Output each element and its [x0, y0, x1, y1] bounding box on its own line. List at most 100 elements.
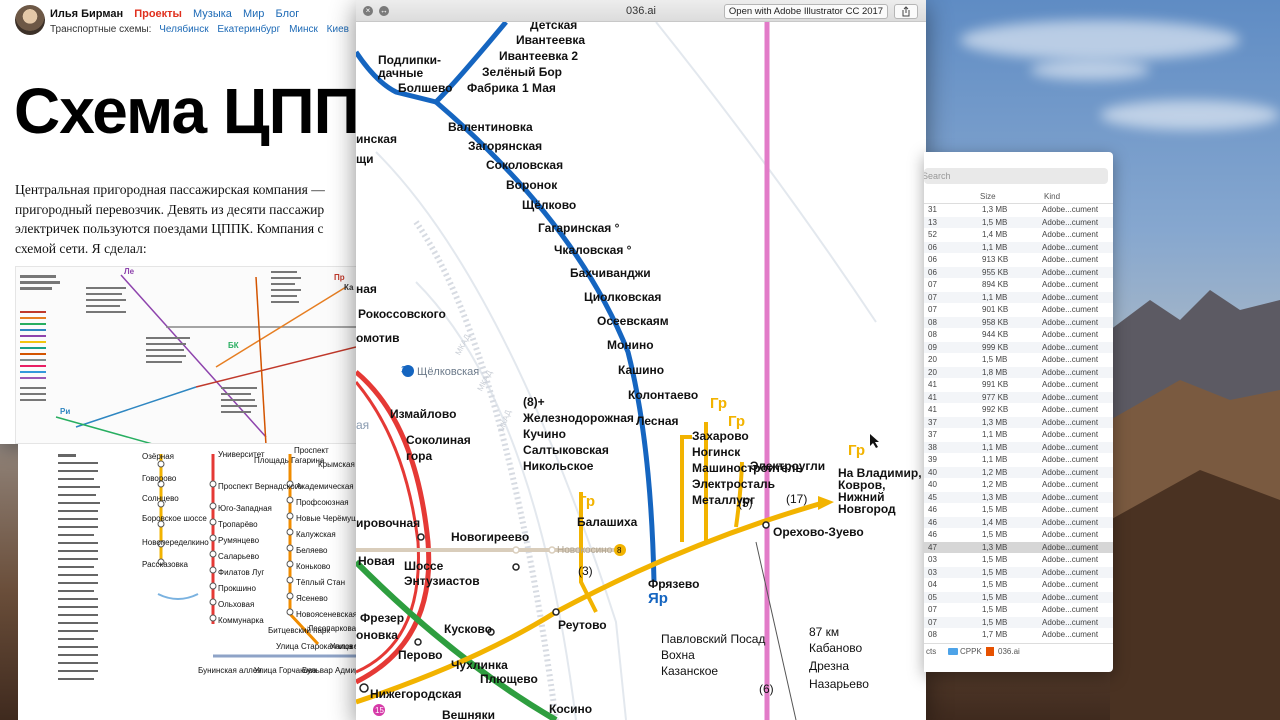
gr-direction-label: Гр [728, 413, 746, 430]
station-label: Орехово-Зуево [773, 525, 864, 539]
file-row[interactable]: 20 1,5 MB Adobe...cument [924, 354, 1113, 365]
gr-direction-label: Гр [578, 493, 596, 510]
sub-link-kiev[interactable]: Киев [327, 24, 349, 35]
file-name-fragment: 06 [928, 242, 937, 252]
station-label: Коммунарка [218, 616, 264, 625]
file-row[interactable]: 05 1,5 MB Adobe...cument [924, 591, 1113, 603]
station-label: (17) [786, 492, 808, 506]
file-row[interactable]: 08 958 KB Adobe...cument [924, 316, 1113, 328]
sub-link-chelyabinsk[interactable]: Челябинск [159, 24, 208, 35]
file-row[interactable]: 06 1,1 MB Adobe...cument [924, 241, 1113, 253]
scheme-thumbnail[interactable]: Ле БК Ри Пр Ка [15, 266, 356, 444]
nav-author[interactable]: Илья Бирман [50, 8, 123, 20]
file-name-fragment: 13 [928, 217, 937, 227]
file-row[interactable]: 39 1,1 MB Adobe...cument [924, 454, 1113, 465]
station-label: Беляево [296, 546, 328, 555]
file-name-fragment: 40 [928, 467, 937, 477]
file-row[interactable]: 52 1,4 MB Adobe...cument [924, 229, 1113, 240]
quicklook-window: × ↔ 036.ai Open with Adobe Illustrator C… [356, 0, 926, 720]
file-size: 1,8 MB [982, 367, 1008, 377]
file-row[interactable]: 13 1,5 MB Adobe...cument [924, 216, 1113, 228]
station-label: Осеевскаям [597, 314, 669, 328]
file-name-fragment: 39 [928, 455, 937, 464]
path-segment[interactable]: cts [926, 647, 936, 656]
station-label: Бунинская аллея [198, 666, 262, 675]
file-row[interactable]: 41 991 KB Adobe...cument [924, 379, 1113, 390]
file-name-fragment: 04 [928, 580, 937, 589]
file-row[interactable]: 08 944 KB Adobe...cument [924, 329, 1113, 340]
file-name-fragment: 08 [928, 630, 937, 639]
file-row[interactable]: 07 901 KB Adobe...cument [924, 304, 1113, 315]
file-row[interactable]: 37 1,3 MB Adobe...cument [924, 416, 1113, 428]
file-size: 977 KB [982, 392, 1009, 402]
file-row[interactable]: 40 1,2 MB Adobe...cument [924, 466, 1113, 478]
station-label: Боровское шоссе [142, 514, 207, 523]
station-label: Солнцево [142, 494, 179, 503]
station-label: Профсоюзная [296, 498, 349, 507]
station-label: Измайлово [390, 407, 457, 421]
station-label: Новокосино [557, 545, 613, 556]
file-kind: Adobe...cument [1042, 292, 1099, 302]
file-name-fragment: 52 [928, 230, 937, 239]
station-label: Воронок [506, 178, 558, 192]
file-row[interactable]: 06 955 KB Adobe...cument [924, 266, 1113, 278]
station-label: Тёплый Стан [296, 578, 345, 587]
file-row[interactable]: 04 1,5 MB Adobe...cument [924, 579, 1113, 590]
file-row[interactable]: 08 1,7 MB Adobe...cument [924, 629, 1113, 640]
path-segment[interactable]: 036.ai [998, 647, 1020, 656]
file-row[interactable]: 41 992 KB Adobe...cument [924, 404, 1113, 415]
file-row[interactable]: 38 1,1 MB Adobe...cument [924, 441, 1113, 453]
file-row[interactable]: 09 999 KB Adobe...cument [924, 341, 1113, 353]
path-segment[interactable]: CPPK [960, 647, 982, 656]
file-row[interactable]: 20 1,8 MB Adobe...cument [924, 366, 1113, 378]
file-row[interactable]: 07 1,5 MB Adobe...cument [924, 616, 1113, 628]
metro-map-background-window: Озёрная Говорово Солнцево Боровское шосс… [18, 444, 356, 720]
file-row[interactable]: 07 1,1 MB Adobe...cument [924, 291, 1113, 303]
kind-column-header[interactable]: Kind [1044, 192, 1060, 201]
file-row[interactable]: 03 1,5 MB Adobe...cument [924, 554, 1113, 565]
nav-projects[interactable]: Проекты [134, 8, 182, 20]
file-name-fragment: 31 [928, 205, 937, 214]
file-row[interactable]: 07 894 KB Adobe...cument [924, 279, 1113, 290]
nav-blog[interactable]: Блог [276, 8, 300, 20]
file-row[interactable]: 40 1,2 MB Adobe...cument [924, 479, 1113, 490]
sub-link-ekaterinburg[interactable]: Екатеринбург [217, 24, 280, 35]
station-label: Балашиха [577, 515, 638, 529]
file-row[interactable]: 46 1,5 MB Adobe...cument [924, 529, 1113, 540]
share-button[interactable] [894, 4, 918, 19]
file-row[interactable]: 37 1,1 MB Adobe...cument [924, 429, 1113, 440]
sub-link-minsk[interactable]: Минск [289, 24, 318, 35]
file-row[interactable]: 03 1,5 MB Adobe...cument [924, 566, 1113, 578]
file-kind: Adobe...cument [1042, 630, 1099, 639]
station-label: Нижегородская [370, 687, 462, 701]
size-column-header[interactable]: Size [980, 192, 996, 201]
open-with-illustrator-button[interactable]: Open with Adobe Illustrator CC 2017 [724, 4, 888, 19]
thumb-line-label: Ка [344, 283, 354, 292]
file-row[interactable]: 06 913 KB Adobe...cument [924, 254, 1113, 265]
file-row[interactable]: 45 1,3 MB Adobe...cument [924, 491, 1113, 503]
station-label: Щёлково [522, 198, 577, 212]
file-row[interactable]: 07 1,5 MB Adobe...cument [924, 604, 1113, 615]
nav-music[interactable]: Музыка [193, 8, 232, 20]
file-size: 999 KB [982, 342, 1009, 352]
file-row[interactable]: 47 1,3 MB Adobe...cument [924, 541, 1113, 553]
avatar[interactable] [15, 5, 45, 35]
file-name-fragment: 06 [928, 255, 937, 264]
file-row[interactable]: 41 977 KB Adobe...cument [924, 391, 1113, 403]
nav-world[interactable]: Мир [243, 8, 264, 20]
file-name-fragment: 47 [928, 542, 937, 552]
file-row[interactable]: 46 1,5 MB Adobe...cument [924, 504, 1113, 515]
file-row[interactable]: 46 1,4 MB Adobe...cument [924, 516, 1113, 528]
file-kind: Adobe...cument [1042, 305, 1099, 314]
station-label: Академическая [296, 482, 354, 491]
file-kind: Adobe...cument [1042, 517, 1099, 527]
file-row[interactable]: 31 1,3 MB Adobe...cument [924, 204, 1113, 215]
station-label: Калужская [296, 530, 336, 539]
file-name-fragment: 07 [928, 292, 937, 302]
search-input[interactable]: Search [924, 168, 1108, 184]
file-name-fragment: 40 [928, 480, 937, 489]
station-label: Ольховая [218, 600, 255, 609]
file-name-fragment: 08 [928, 330, 937, 339]
intro-paragraph: Центральная пригородная пассажирская ком… [15, 180, 355, 258]
station-label: Чухлинка [451, 658, 508, 672]
